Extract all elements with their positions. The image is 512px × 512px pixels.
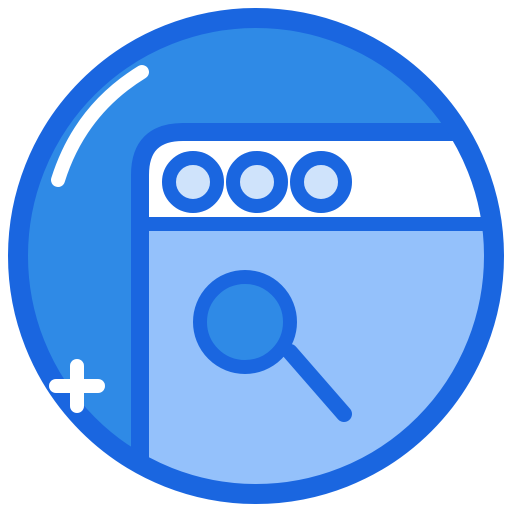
window-dot-icon	[162, 151, 224, 213]
magnifier-lens	[193, 270, 297, 374]
window-control-dots	[162, 151, 352, 213]
browser-search-icon	[8, 8, 504, 504]
window-dot-icon	[290, 151, 352, 213]
icon-stage	[0, 0, 512, 512]
window-dot-icon	[226, 151, 288, 213]
